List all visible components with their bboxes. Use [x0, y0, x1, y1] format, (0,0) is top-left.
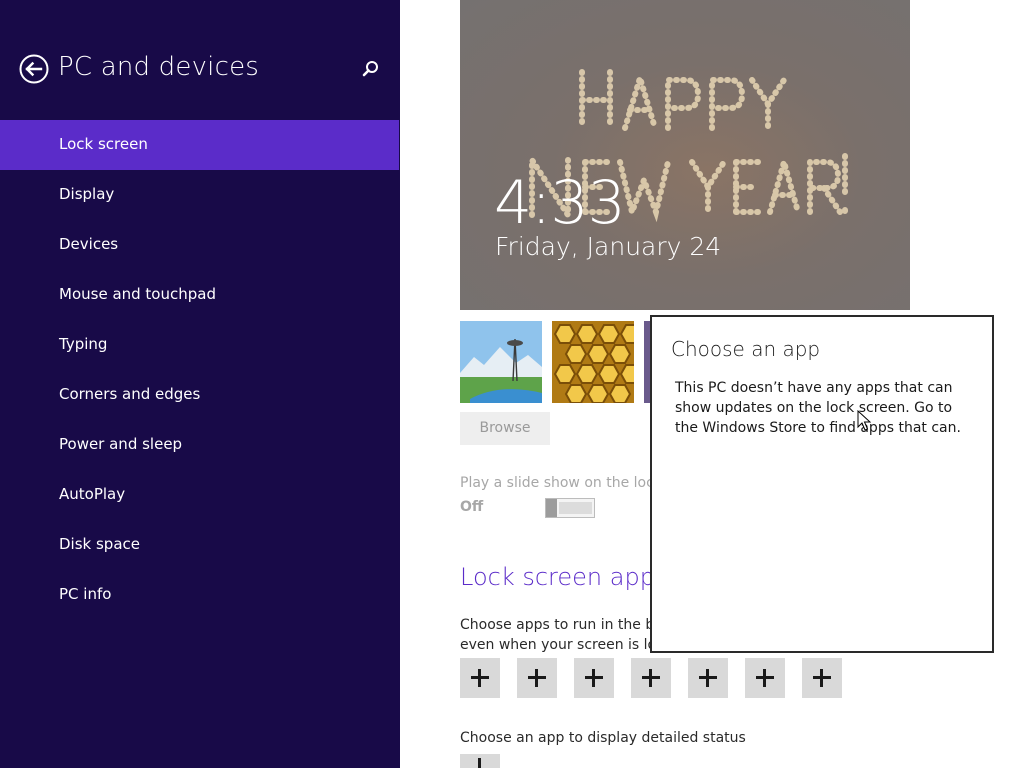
- add-app-button[interactable]: [688, 658, 728, 698]
- sidebar-item-mouse-and-touchpad[interactable]: Mouse and touchpad: [0, 270, 399, 320]
- flyout-message: This PC doesn’t have any apps that can s…: [675, 380, 961, 436]
- lock-screen-apps-heading: Lock screen apps: [460, 563, 668, 591]
- flyout-title: Choose an app: [671, 337, 821, 361]
- sidebar-item-pc-info[interactable]: PC info: [0, 570, 399, 620]
- add-app-button[interactable]: [574, 658, 614, 698]
- sidebar-title: PC and devices: [58, 52, 260, 82]
- sidebar-item-devices[interactable]: Devices: [0, 220, 399, 270]
- slideshow-label: Play a slide show on the lock s: [460, 475, 674, 491]
- sidebar-item-autoplay[interactable]: AutoPlay: [0, 470, 399, 520]
- sidebar-item-label: Mouse and touchpad: [59, 285, 216, 303]
- sidebar-item-label: Display: [59, 185, 115, 203]
- lock-screen-date: Friday, January 24: [495, 232, 722, 261]
- lock-screen-time: 4:33: [494, 168, 626, 238]
- sidebar-item-label: Corners and edges: [59, 385, 201, 403]
- sidebar-item-label: AutoPlay: [59, 485, 126, 503]
- add-detailed-status-app-button[interactable]: [460, 754, 500, 768]
- slideshow-toggle-state: Off: [460, 499, 484, 515]
- sidebar-item-label: Lock screen: [59, 135, 148, 153]
- choose-app-flyout: Choose an app This PC doesn’t have any a…: [650, 315, 994, 653]
- sidebar-item-typing[interactable]: Typing: [0, 320, 399, 370]
- sidebar-item-corners-and-edges[interactable]: Corners and edges: [0, 370, 399, 420]
- sidebar-item-label: PC info: [59, 585, 112, 603]
- browse-button[interactable]: Browse: [460, 412, 550, 445]
- sidebar-item-display[interactable]: Display: [0, 170, 399, 220]
- sidebar-item-lock-screen[interactable]: Lock screen: [0, 120, 399, 170]
- background-thumbnail-space-needle[interactable]: [460, 321, 542, 403]
- background-thumbnail-honeycomb[interactable]: [552, 321, 634, 403]
- happy-new-year-image: [529, 67, 848, 226]
- slideshow-toggle[interactable]: [545, 498, 595, 518]
- lock-screen-preview: [460, 0, 910, 310]
- sidebar-item-label: Power and sleep: [59, 435, 183, 453]
- sidebar-item-label: Devices: [59, 235, 119, 253]
- add-app-button[interactable]: [631, 658, 671, 698]
- description-line: even when your screen is locke: [460, 637, 650, 653]
- add-app-button[interactable]: [460, 658, 500, 698]
- toggle-track: [559, 502, 592, 514]
- detailed-status-label: Choose an app to display detailed status: [460, 730, 746, 746]
- mouse-pointer-icon: [857, 410, 871, 431]
- toggle-knob: [546, 499, 557, 517]
- sidebar: PC and devices Lock screen Display Devic…: [0, 0, 400, 768]
- back-arrow-icon[interactable]: [19, 54, 49, 84]
- sidebar-item-disk-space[interactable]: Disk space: [0, 520, 399, 570]
- add-app-button[interactable]: [517, 658, 557, 698]
- sidebar-item-power-and-sleep[interactable]: Power and sleep: [0, 420, 399, 470]
- search-icon[interactable]: [360, 58, 382, 80]
- lock-screen-apps-description: Choose apps to run in the bac even when …: [460, 615, 650, 655]
- description-line: Choose apps to run in the bac: [460, 617, 650, 633]
- add-app-button[interactable]: [745, 658, 785, 698]
- sidebar-item-label: Disk space: [59, 535, 140, 553]
- add-app-button[interactable]: [802, 658, 842, 698]
- sidebar-item-label: Typing: [59, 335, 108, 353]
